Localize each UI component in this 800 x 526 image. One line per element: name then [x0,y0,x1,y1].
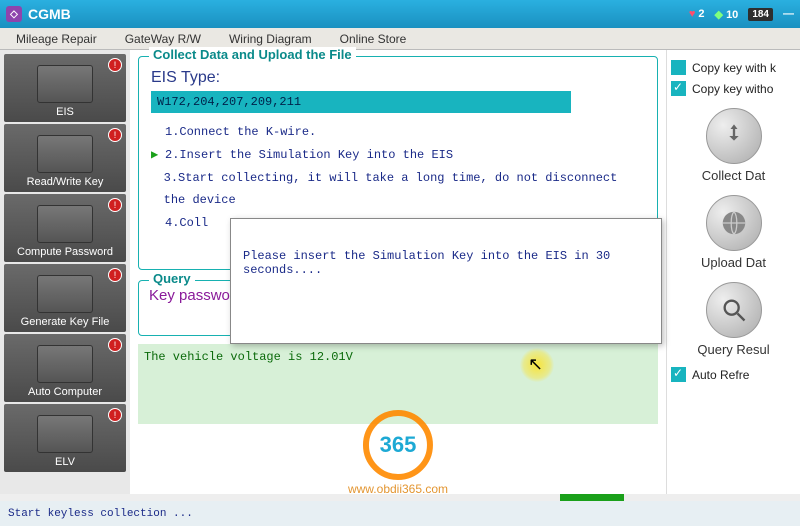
active-step-arrow-icon: ▶ [151,144,165,167]
sidebar-item-label: Generate Key File [21,316,110,328]
watermark: 365 www.obdii365.com [348,410,448,496]
minimize-icon[interactable]: — [783,8,794,20]
watermark-logo-icon: 365 [363,410,433,480]
notification-badge-icon: ! [108,408,122,422]
sidebar-item-read-write-key[interactable]: ! Read/Write Key [4,124,126,192]
notification-badge-icon: ! [108,128,122,142]
button-label: Query Resul [697,342,769,357]
copy-key-without-option[interactable]: Copy key witho [671,81,796,96]
app-icon: ◇ [6,6,22,22]
checkbox-checked-icon[interactable] [671,81,686,96]
sidebar-item-label: Auto Computer [28,386,102,398]
button-label: Collect Dat [702,168,766,183]
step-1: 1.Connect the K-wire. [165,121,316,144]
option-label: Copy key with k [692,61,776,75]
upload-data-button[interactable]: Upload Dat [671,195,796,270]
points-indicator: 184 [748,8,773,21]
ecu-icon [37,345,93,383]
eis-icon [37,65,93,103]
menu-gateway-rw[interactable]: GateWay R/W [125,32,201,46]
globe-icon [706,195,762,251]
menu-online-store[interactable]: Online Store [340,32,407,46]
progress-track [0,494,800,501]
right-panel: Copy key with k Copy key witho Collect D… [666,50,800,500]
cursor-arrow-icon: ↖ [528,354,543,375]
key-icon [37,135,93,173]
option-label: Auto Refre [692,368,749,382]
status-bar: Start keyless collection ... [0,500,800,526]
sidebar-item-eis[interactable]: ! EIS [4,54,126,122]
title-bar: ◇ CGMB ♥ 2 ◆ 10 184 — [0,0,800,28]
sidebar-item-auto-computer[interactable]: ! Auto Computer [4,334,126,402]
step-2: 2.Insert the Simulation Key into the EIS [165,144,453,167]
insert-key-dialog: Please insert the Simulation Key into th… [230,218,662,344]
hearts-indicator: ♥ 2 [689,8,705,20]
dialog-message: Please insert the Simulation Key into th… [243,249,610,277]
button-label: Upload Dat [701,255,766,270]
notification-badge-icon: ! [108,268,122,282]
sidebar-item-generate-key-file[interactable]: ! Generate Key File [4,264,126,332]
auto-refresh-option[interactable]: Auto Refre [671,367,796,382]
checkbox-checked-icon[interactable] [671,367,686,382]
password-icon [37,205,93,243]
collect-legend: Collect Data and Upload the File [149,47,356,62]
wifi-indicator: ◆ 10 [715,8,739,21]
sidebar: ! EIS ! Read/Write Key ! Compute Passwor… [0,50,130,500]
magnifier-icon [706,282,762,338]
sidebar-item-label: EIS [56,106,74,118]
sidebar-item-label: ELV [55,456,75,468]
sidebar-item-label: Read/Write Key [27,176,104,188]
option-label: Copy key witho [692,82,773,96]
notification-badge-icon: ! [108,198,122,212]
sidebar-item-compute-password[interactable]: ! Compute Password [4,194,126,262]
notification-badge-icon: ! [108,338,122,352]
app-title: CGMB [28,6,71,22]
step-4: 4.Coll [165,212,208,235]
query-result-button[interactable]: Query Resul [671,282,796,357]
menu-mileage-repair[interactable]: Mileage Repair [16,32,97,46]
keyfile-icon [37,275,93,313]
sidebar-item-elv[interactable]: ! ELV [4,404,126,472]
eis-type-value: W172,204,207,209,211 [151,91,571,113]
progress-fill [560,494,624,501]
copy-key-with-option[interactable]: Copy key with k [671,60,796,75]
elv-icon [37,415,93,453]
query-legend: Query [149,271,195,286]
collect-data-button[interactable]: Collect Dat [671,108,796,183]
checkbox-icon[interactable] [671,60,686,75]
menu-bar: Mileage Repair GateWay R/W Wiring Diagra… [0,28,800,50]
menu-wiring-diagram[interactable]: Wiring Diagram [229,32,312,46]
step-3: 3.Start collecting, it will take a long … [164,167,645,213]
eis-type-label: EIS Type: [151,69,645,87]
usb-icon [706,108,762,164]
notification-badge-icon: ! [108,58,122,72]
sidebar-item-label: Compute Password [17,246,113,258]
status-text: Start keyless collection ... [8,508,193,520]
